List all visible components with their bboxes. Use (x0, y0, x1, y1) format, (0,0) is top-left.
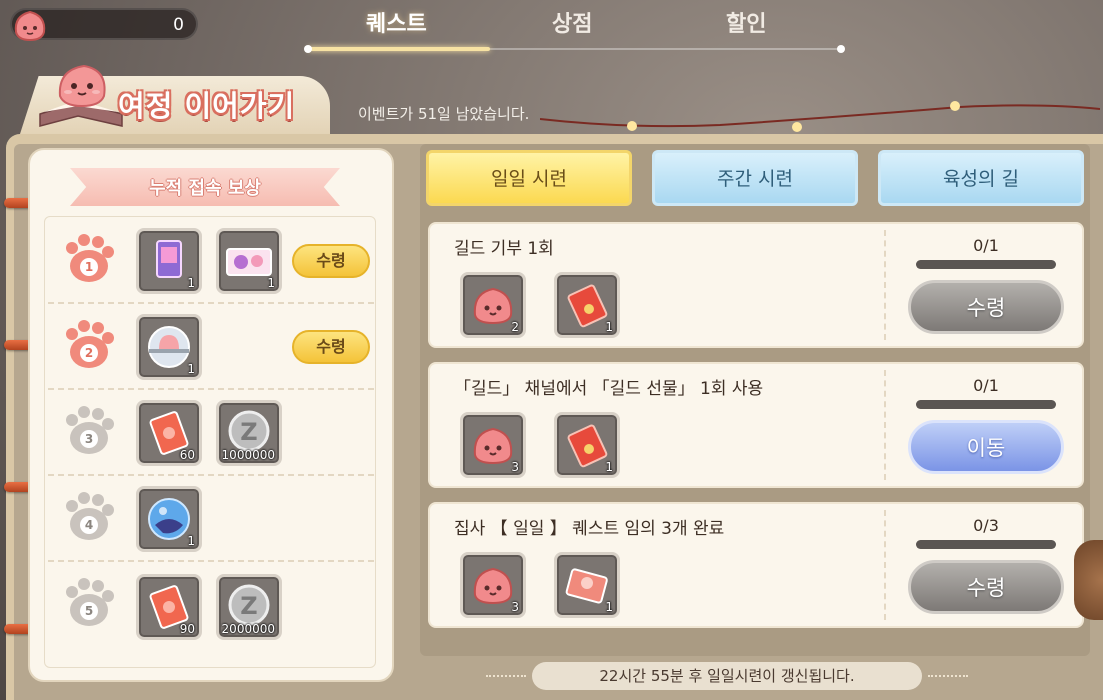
tab-quest[interactable]: 퀘스트 (366, 6, 427, 38)
event-title: 여정 이어가기 (118, 89, 296, 123)
reward-row-day-5: 5 90 Z 2000000 (48, 562, 374, 648)
tab-discount[interactable]: 할인 (726, 6, 766, 38)
claim-reward-button[interactable]: 수령 (292, 244, 370, 278)
red-envelope-icon (567, 424, 608, 468)
tab-growth-path[interactable]: 육성의 길 (878, 150, 1084, 206)
paw-day-icon: 4 (62, 492, 114, 544)
quest-progress-bar (916, 540, 1056, 549)
pink-slime-icon (473, 427, 513, 465)
reward-row-day-2: 2 1 수령 (48, 304, 374, 390)
paw-day-icon: 2 (62, 320, 114, 372)
reward-item[interactable]: 1 (136, 486, 202, 552)
quest-title: 길드 기부 1회 (454, 239, 554, 259)
tab-daily-trial[interactable]: 일일 시련 (426, 150, 632, 206)
tab-track-dot (304, 45, 312, 53)
quest-progress-text: 0/1 (973, 376, 999, 395)
quest-reward-item[interactable]: 2 (460, 272, 526, 338)
go-to-quest-button[interactable]: 이동 (908, 420, 1064, 474)
reward-item[interactable]: 1 (216, 228, 282, 294)
day-number: 1 (80, 258, 98, 276)
tab-track-dot (837, 45, 845, 53)
reward-row-day-1: 1 1 1 수령 (48, 218, 374, 304)
card-divider (884, 230, 886, 340)
reward-item[interactable]: 90 (136, 574, 202, 640)
daily-refresh-notice: 22시간 55분 후 일일시련이 갱신됩니다. (532, 662, 922, 690)
quest-title: 집사 【 일일 】 퀘스트 임의 3개 완료 (454, 519, 725, 539)
currency-value: 0 (173, 15, 184, 35)
pink-slime-icon (14, 10, 46, 42)
card-divider (884, 510, 886, 620)
quest-progress-bar (916, 400, 1056, 409)
quest-reward-item[interactable]: 1 (554, 552, 620, 618)
pink-slime-icon (473, 287, 513, 325)
footer-deco (928, 675, 968, 677)
claim-reward-button[interactable]: 수령 (292, 330, 370, 364)
tab-weekly-trial[interactable]: 주간 시련 (652, 150, 858, 206)
quest-reward-item[interactable]: 3 (460, 412, 526, 478)
paw-day-icon: 3 (62, 406, 114, 458)
event-remaining-notice: 이벤트가 51일 남았습니다. (358, 105, 530, 123)
ticket-icon (226, 248, 272, 276)
quest-progress-bar (916, 260, 1056, 269)
reward-row-day-4: 4 1 (48, 476, 374, 562)
day-number: 5 (80, 602, 98, 620)
reward-item[interactable]: Z 1000000 (216, 400, 282, 466)
claim-quest-button[interactable]: 수령 (908, 280, 1064, 334)
quest-card: 「길드」 채널에서 「길드 선물」 1회 사용 3 1 0/1 이동 (428, 362, 1084, 488)
quest-reward-item[interactable]: 1 (554, 412, 620, 478)
claim-quest-button[interactable]: 수령 (908, 560, 1064, 614)
reward-row-day-3: 3 60 Z 1000000 (48, 390, 374, 476)
reward-item[interactable]: 60 (136, 400, 202, 466)
tab-active-indicator (308, 47, 490, 51)
paw-day-icon: 1 (62, 234, 114, 286)
day-number: 4 (80, 516, 98, 534)
slime-currency-counter: 0 (10, 8, 198, 42)
slime-book-icon (39, 64, 123, 127)
quest-title: 「길드」 채널에서 「길드 선물」 1회 사용 (454, 379, 764, 399)
card-divider (884, 370, 886, 480)
reward-item[interactable]: Z 2000000 (216, 574, 282, 640)
footer-deco (486, 675, 526, 677)
quest-reward-item[interactable]: 3 (460, 552, 526, 618)
crystal-orb-icon (148, 498, 190, 540)
day-number: 2 (80, 344, 98, 362)
reward-item[interactable]: 1 (136, 314, 202, 380)
svg-text:Z: Z (240, 592, 257, 620)
quest-progress-text: 0/3 (973, 516, 999, 535)
capsule-icon (148, 326, 190, 368)
wax-seal (1074, 540, 1103, 620)
quest-card: 집사 【 일일 】 퀘스트 임의 3개 완료 3 1 0/3 수령 (428, 502, 1084, 628)
card-pack-icon (156, 240, 182, 278)
paw-day-icon: 5 (62, 578, 114, 630)
day-number: 3 (80, 430, 98, 448)
quest-card: 길드 기부 1회 2 1 0/1 수령 (428, 222, 1084, 348)
pink-slime-icon (473, 567, 513, 605)
quest-progress-text: 0/1 (973, 236, 999, 255)
red-card-icon (565, 568, 608, 604)
quest-reward-item[interactable]: 1 (554, 272, 620, 338)
svg-text:Z: Z (240, 418, 257, 446)
red-envelope-icon (567, 284, 608, 328)
main-tabs: 퀘스트 상점 할인 (300, 0, 850, 60)
reward-item[interactable]: 1 (136, 228, 202, 294)
login-reward-title: 누적 접속 보상 (149, 178, 261, 199)
tab-shop[interactable]: 상점 (552, 6, 592, 38)
